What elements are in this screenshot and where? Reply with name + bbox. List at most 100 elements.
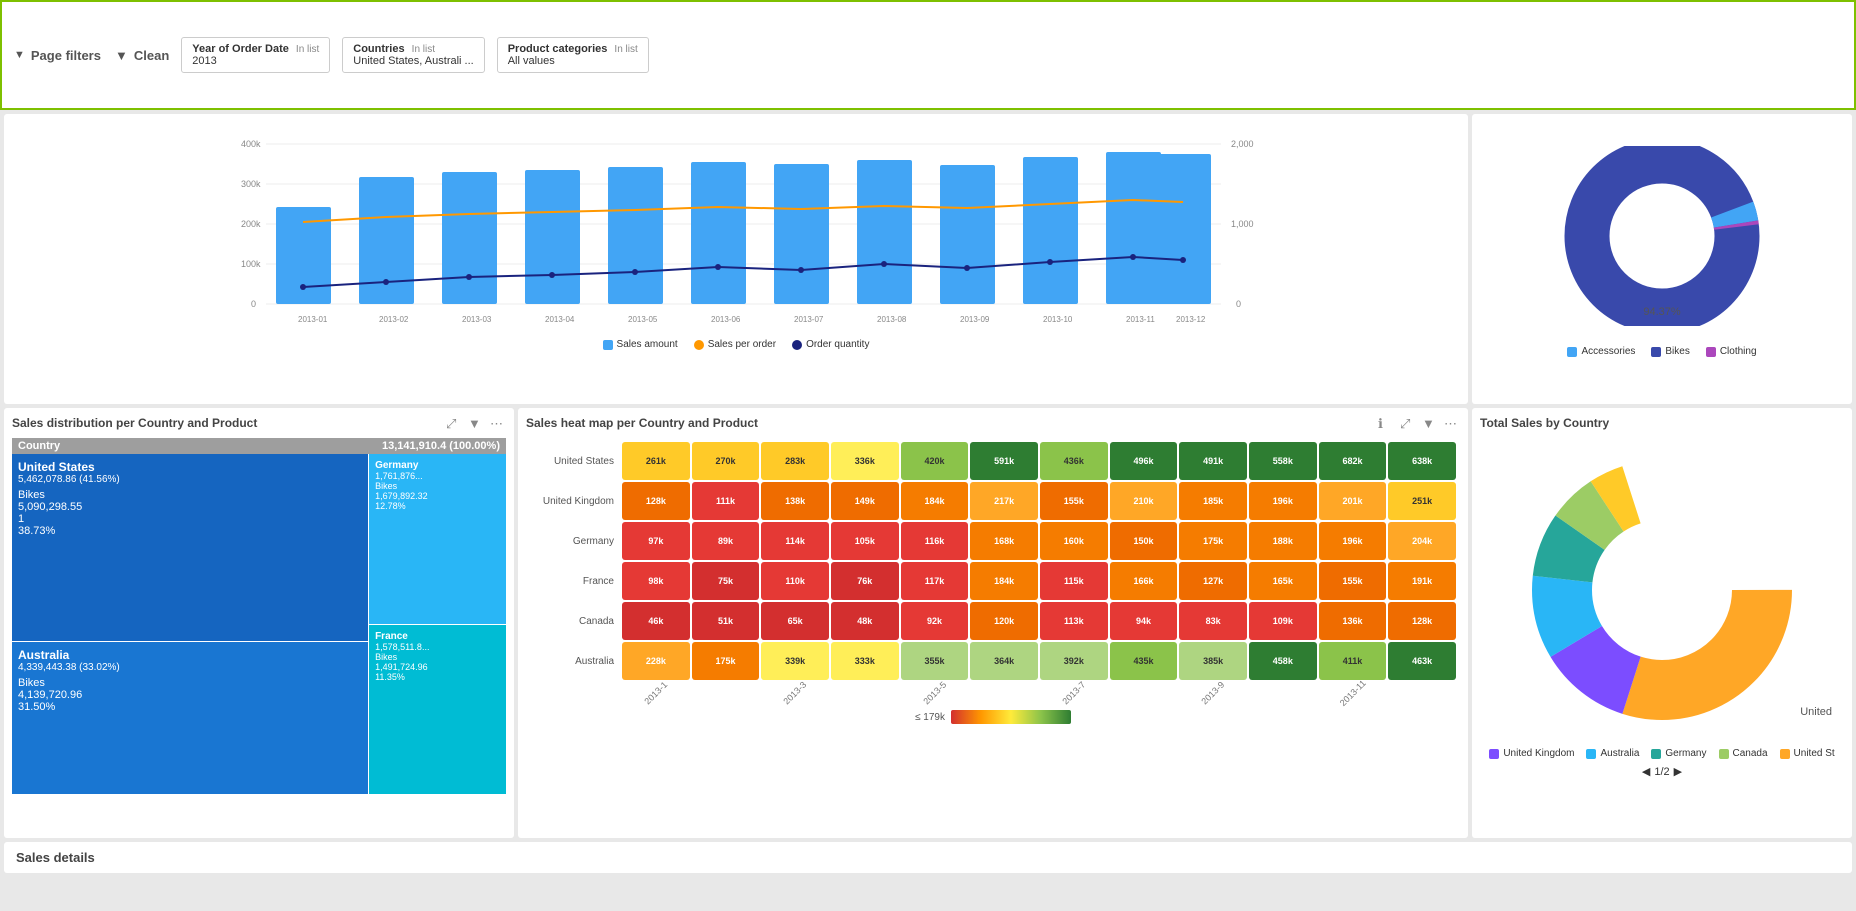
hm-cell: 109k <box>1249 602 1317 640</box>
donut-top-legend: Accessories Bikes Clothing <box>1480 346 1844 357</box>
filter-countries-type: In list <box>412 44 435 55</box>
donut-top-svg <box>1552 146 1772 326</box>
treemap-header-left: Country <box>18 440 60 452</box>
donut-top-box: 94.37% Accessories Bikes Clothing <box>1472 114 1852 404</box>
svg-text:300k: 300k <box>241 179 261 189</box>
svg-text:0: 0 <box>251 299 256 309</box>
hm-cell: 188k <box>1249 522 1317 560</box>
bar-chart-legend: Sales amount Sales per order Order quant… <box>12 339 1460 350</box>
next-icon[interactable]: ▶ <box>1674 765 1682 778</box>
hm-cell: 251k <box>1388 482 1456 520</box>
filter-categories-value: All values <box>508 55 638 67</box>
hm-cell: 638k <box>1388 442 1456 480</box>
filter-icon[interactable]: ▼ <box>468 416 484 432</box>
legend-us: United St <box>1780 748 1835 759</box>
hm-cell: 175k <box>1179 522 1247 560</box>
heatmap-container: United States261k270k283k336k420k591k436… <box>526 438 1460 702</box>
legend-accessories: Accessories <box>1567 346 1635 357</box>
hm-row-label: Germany <box>530 522 620 560</box>
total-sales-pie-box: Total Sales by Country <box>1472 408 1852 838</box>
clean-label[interactable]: Clean <box>134 48 169 63</box>
hm-cell: 201k <box>1319 482 1387 520</box>
hm-cell: 111k <box>692 482 760 520</box>
page-filters-label: Page filters <box>31 48 101 63</box>
charts-row-2: Sales distribution per Country and Produ… <box>0 408 1856 842</box>
hm-cell: 196k <box>1319 522 1387 560</box>
heatmap-title: Sales heat map per Country and Product <box>526 416 1460 430</box>
hm-cell: 210k <box>1110 482 1178 520</box>
treemap-container: Country 13,141,910.4 (100.00%) United St… <box>12 438 506 808</box>
svg-text:2013-04: 2013-04 <box>545 315 575 324</box>
filter-year[interactable]: Year of Order Date In list 2013 <box>181 37 330 73</box>
hm-cell: 196k <box>1249 482 1317 520</box>
hm-cell: 184k <box>970 562 1038 600</box>
info-icon[interactable]: ℹ <box>1378 416 1394 432</box>
svg-text:2013-07: 2013-07 <box>794 315 824 324</box>
sales-details-title: Sales details <box>16 850 1840 865</box>
legend-de: Germany <box>1651 748 1706 759</box>
hm-cell: 76k <box>831 562 899 600</box>
hm-cell: 51k <box>692 602 760 640</box>
treemap-header: Country 13,141,910.4 (100.00%) <box>12 438 506 454</box>
chevron-down-icon: ▼ <box>14 49 25 61</box>
treemap-box: Sales distribution per Country and Produ… <box>4 408 514 838</box>
hm-cell: 138k <box>761 482 829 520</box>
more-icon[interactable]: ⋯ <box>490 416 506 432</box>
filter-bar-title: ▼ Page filters ▼ Clean <box>14 48 169 63</box>
filter-icon[interactable]: ▼ <box>1422 416 1438 432</box>
legend-accessories-dot <box>1567 347 1577 357</box>
hm-cell: 168k <box>970 522 1038 560</box>
svg-text:2,000: 2,000 <box>1231 139 1254 149</box>
svg-text:400k: 400k <box>241 139 261 149</box>
hm-cell: 92k <box>901 602 969 640</box>
treemap-right-col: Germany 1,761,876... Bikes 1,679,892.32 … <box>369 454 506 794</box>
svg-text:1,000: 1,000 <box>1231 219 1254 229</box>
hm-cell: 150k <box>1110 522 1178 560</box>
hm-cell: 270k <box>692 442 760 480</box>
legend-sales-amount: Sales amount <box>603 339 678 350</box>
legend-clothing-dot <box>1706 347 1716 357</box>
pie-nav: ◀ 1/2 ▶ <box>1642 765 1682 778</box>
legend-clothing: Clothing <box>1706 346 1757 357</box>
total-sales-donut <box>1480 440 1844 740</box>
filter-countries[interactable]: Countries In list United States, Austral… <box>342 37 484 73</box>
expand-icon[interactable]: ⤢ <box>446 416 462 432</box>
hm-cell: 420k <box>901 442 969 480</box>
filter-categories-label: Product categories <box>508 43 608 55</box>
svg-text:100k: 100k <box>241 259 261 269</box>
hm-row-label: France <box>530 562 620 600</box>
hm-cell: 261k <box>622 442 690 480</box>
hm-cell: 155k <box>1040 482 1108 520</box>
svg-text:2013-01: 2013-01 <box>298 315 328 324</box>
bottom-bar: Sales details <box>4 842 1852 873</box>
treemap-title: Sales distribution per Country and Produ… <box>12 416 506 430</box>
total-sales-legend: United Kingdom Australia Germany Canada … <box>1480 748 1844 778</box>
hm-cell: 94k <box>1110 602 1178 640</box>
more-icon[interactable]: ⋯ <box>1444 416 1460 432</box>
hm-cell: 110k <box>761 562 829 600</box>
filter-categories[interactable]: Product categories In list All values <box>497 37 649 73</box>
svg-text:2013-06: 2013-06 <box>711 315 741 324</box>
total-sales-svg <box>1512 440 1812 740</box>
hm-row-label: Australia <box>530 642 620 680</box>
filter-year-type: In list <box>296 44 319 55</box>
hm-cell: 283k <box>761 442 829 480</box>
legend-au: Australia <box>1586 748 1639 759</box>
hm-cell: 113k <box>1040 602 1108 640</box>
svg-text:2013-05: 2013-05 <box>628 315 658 324</box>
filter-year-label: Year of Order Date <box>192 43 289 55</box>
filter-bar: ▼ Page filters ▼ Clean Year of Order Dat… <box>0 0 1856 110</box>
svg-text:2013-03: 2013-03 <box>462 315 492 324</box>
treemap-cell-de: Germany 1,761,876... Bikes 1,679,892.32 … <box>369 454 506 624</box>
svg-text:2013-10: 2013-10 <box>1043 315 1073 324</box>
filter-icon: ▼ <box>115 48 128 63</box>
prev-icon[interactable]: ◀ <box>1642 765 1650 778</box>
total-sales-title: Total Sales by Country <box>1480 416 1844 430</box>
hm-cell: 184k <box>901 482 969 520</box>
hm-cell: 65k <box>761 602 829 640</box>
legend-dot-qty <box>792 340 802 350</box>
hm-cell: 105k <box>831 522 899 560</box>
hm-cell: 114k <box>761 522 829 560</box>
svg-text:2013-08: 2013-08 <box>877 315 907 324</box>
expand-icon[interactable]: ⤢ <box>1400 416 1416 432</box>
